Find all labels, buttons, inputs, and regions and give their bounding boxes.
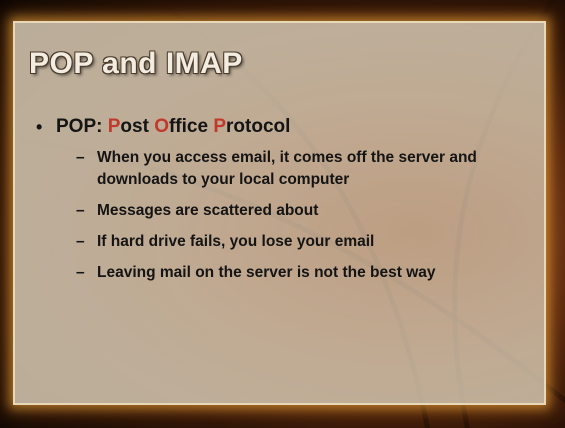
slide-title: POP and IMAP: [29, 47, 243, 80]
rest-rotocol: rotocol: [226, 116, 291, 137]
dash-icon: –: [76, 264, 85, 281]
sub-item-text: When you access email, it comes off the …: [97, 149, 477, 188]
list-item: – Messages are scattered about: [36, 200, 526, 222]
bullet-label: POP:: [56, 116, 108, 137]
slide: POP and IMAP • POP: Post Office Protocol …: [0, 0, 565, 428]
dash-icon: –: [76, 233, 85, 250]
sub-item-text: Leaving mail on the server is not the be…: [97, 264, 436, 281]
dash-icon: –: [76, 202, 85, 219]
initial-o: O: [154, 116, 169, 137]
rest-ost: ost: [120, 116, 155, 137]
dash-icon: –: [76, 149, 85, 166]
initial-p1: P: [107, 116, 121, 137]
rest-ffice: ffice: [168, 116, 214, 137]
initial-p2: P: [213, 116, 227, 137]
bullet-dot-icon: •: [36, 117, 43, 137]
sub-item-text: Messages are scattered about: [97, 202, 319, 219]
list-item: – If hard drive fails, you lose your ema…: [36, 231, 526, 253]
slide-content: • POP: Post Office Protocol – When you ac…: [36, 114, 526, 293]
bullet-pop: • POP: Post Office Protocol: [36, 114, 526, 140]
sub-bullet-list: – When you access email, it comes off th…: [36, 147, 526, 284]
list-item: – Leaving mail on the server is not the …: [36, 262, 526, 284]
sub-item-text: If hard drive fails, you lose your email: [97, 233, 375, 250]
list-item: – When you access email, it comes off th…: [36, 147, 526, 191]
